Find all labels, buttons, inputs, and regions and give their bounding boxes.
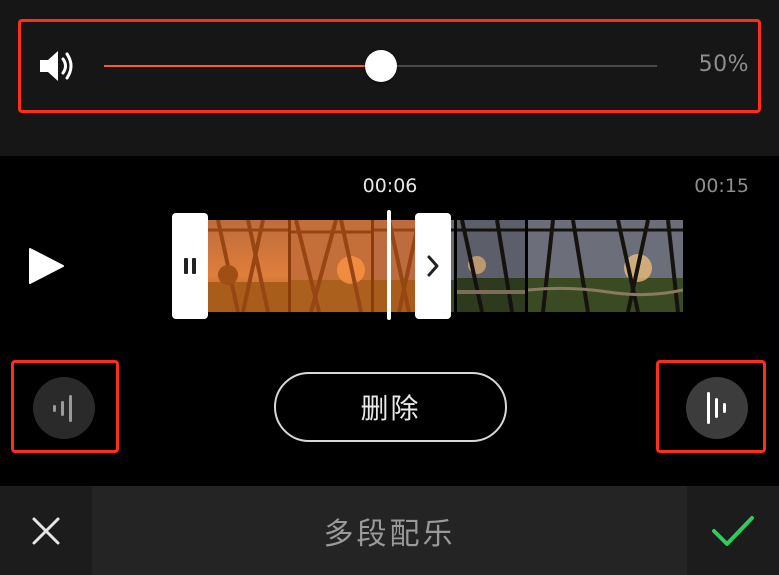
play-icon[interactable]	[26, 246, 66, 286]
fade-in-button[interactable]	[33, 377, 95, 439]
fade-out-waveform-icon	[707, 392, 726, 424]
checkmark-icon	[712, 515, 754, 546]
fade-out-button[interactable]	[686, 377, 748, 439]
volume-slider-fill	[104, 65, 381, 67]
confirm-button[interactable]	[687, 486, 779, 575]
delete-button[interactable]: 删除	[274, 372, 507, 442]
cancel-button[interactable]	[0, 486, 92, 575]
close-icon	[32, 517, 60, 544]
bottom-toolbar: 多段配乐	[0, 486, 779, 575]
volume-panel: 50%	[0, 0, 779, 156]
toolbar-title: 多段配乐	[323, 516, 456, 552]
chevron-right-icon	[427, 255, 439, 277]
selected-segment-overlay	[208, 220, 416, 312]
speaker-icon[interactable]	[38, 46, 78, 86]
video-thumbnail	[457, 220, 525, 312]
volume-percent-label: 50%	[698, 52, 749, 77]
current-time-label: 00:06	[362, 175, 418, 197]
total-time-label: 00:15	[694, 175, 749, 197]
music-editor-screen: 50% 00:06 00:15 删除 多段配乐	[0, 0, 779, 575]
volume-slider-knob[interactable]	[365, 50, 397, 82]
video-thumbnail	[528, 220, 683, 312]
pause-icon	[184, 258, 196, 274]
fade-in-waveform-icon	[53, 395, 72, 422]
trim-end-handle[interactable]	[415, 213, 451, 319]
trim-start-handle[interactable]	[172, 213, 208, 319]
volume-slider[interactable]	[104, 50, 657, 82]
playhead[interactable]	[387, 210, 391, 320]
